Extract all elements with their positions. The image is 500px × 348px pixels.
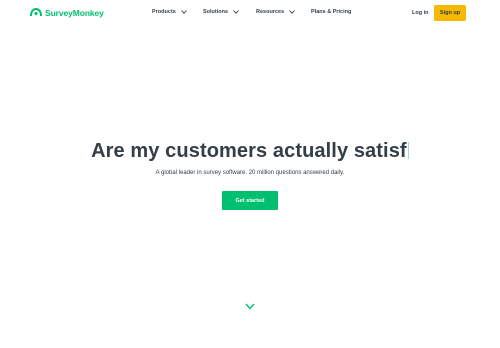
logo-wordmark: SurveyMonkey [45, 7, 104, 18]
signup-button[interactable]: Sign up [434, 5, 466, 21]
login-link[interactable]: Log in [412, 10, 429, 16]
nav-item-label: Plans & Pricing [311, 9, 352, 15]
top-navigation: SurveyMonkey Products Solutions Resource… [0, 0, 500, 27]
nav-item-label: Resources [256, 9, 285, 15]
hero-subtitle: A global leader in survey software. 20 m… [155, 170, 345, 176]
logo-icon [30, 7, 42, 17]
nav-item-label: Solutions [203, 9, 229, 15]
nav-item-solutions[interactable]: Solutions [203, 9, 239, 15]
typing-cursor [407, 142, 409, 159]
scroll-down-chevron-icon[interactable] [245, 303, 255, 310]
chevron-down-icon [289, 10, 295, 14]
hero-title-text: Are my customers actually satisf [91, 140, 407, 162]
nav-item-label: Products [152, 9, 176, 15]
chevron-down-icon [233, 10, 239, 14]
surveymonkey-logo[interactable]: SurveyMonkey [30, 7, 104, 18]
chevron-down-icon [181, 10, 187, 14]
get-started-button[interactable]: Get started [222, 191, 278, 210]
nav-item-plans-pricing[interactable]: Plans & Pricing [311, 9, 351, 15]
nav-item-resources[interactable]: Resources [256, 9, 295, 15]
hero-title: Are my customers actually satisf [0, 140, 500, 163]
nav-item-products[interactable]: Products [152, 9, 187, 15]
